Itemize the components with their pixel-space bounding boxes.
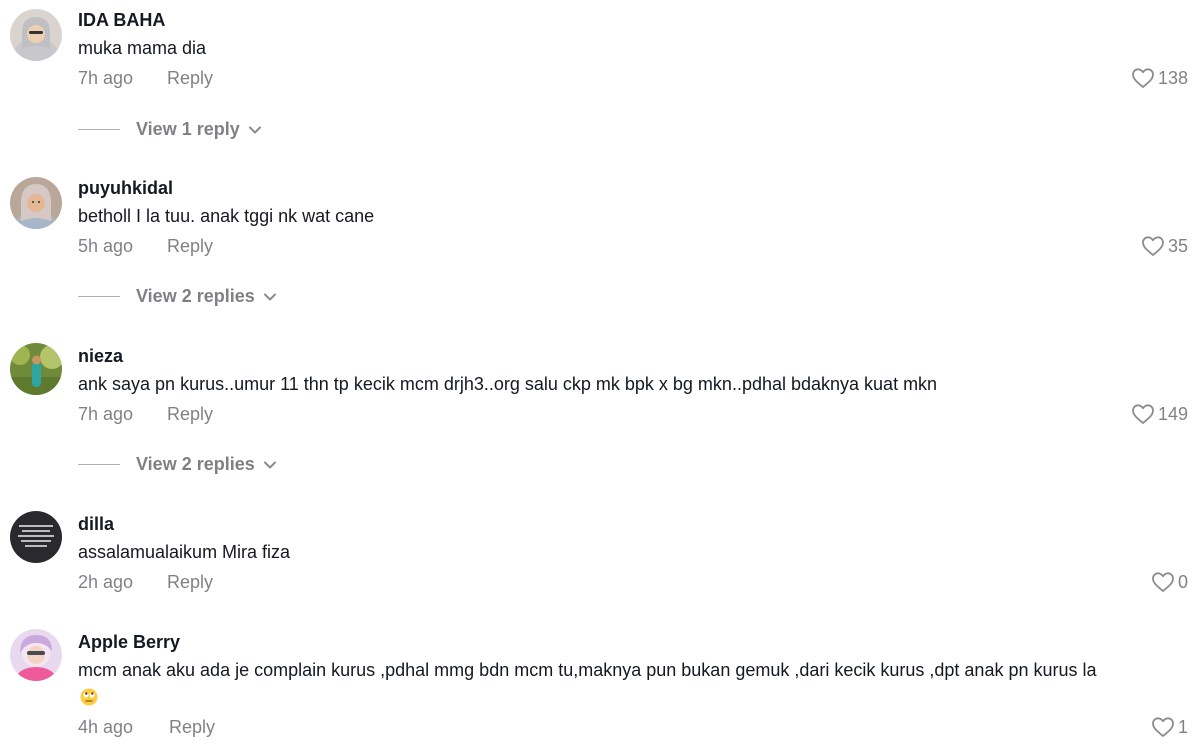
avatar[interactable] [10, 629, 62, 681]
timestamp: 5h ago [78, 236, 134, 256]
heart-icon [1132, 404, 1154, 424]
reply-button[interactable]: Reply [167, 68, 213, 89]
reply-button[interactable]: Reply [167, 404, 213, 425]
username[interactable]: IDA BAHA [78, 10, 165, 31]
reply-button[interactable]: Reply [169, 717, 215, 738]
view-replies-button[interactable]: View 2 replies [78, 286, 277, 307]
username[interactable]: nieza [78, 346, 123, 367]
reply-button[interactable]: Reply [167, 236, 213, 257]
view-replies-button[interactable]: View 1 reply [78, 119, 262, 140]
like-button[interactable]: 138 [1131, 67, 1188, 89]
comment-text: ank saya pn kurus..umur 11 thn tp kecik … [78, 374, 938, 394]
timestamp: 7h ago [78, 404, 134, 424]
comment-meta: 5h ago Reply [78, 236, 213, 257]
view-replies-button[interactable]: View 2 replies [78, 454, 277, 475]
username[interactable]: dilla [78, 514, 114, 535]
comment-text: assalamualaikum Mira fiza [78, 542, 291, 562]
heart-icon [1142, 236, 1164, 256]
comment-meta: 7h ago Reply [78, 68, 213, 89]
divider-line [78, 129, 120, 130]
avatar[interactable] [10, 9, 62, 61]
like-count: 0 [1177, 571, 1188, 592]
chevron-down-icon [263, 293, 276, 300]
timestamp: 7h ago [78, 68, 134, 88]
like-button[interactable]: 35 [1141, 235, 1188, 257]
comment-meta: 4h ago Reply [78, 717, 215, 738]
comment-text: muka mama dia [78, 38, 207, 58]
like-count: 149 [1157, 403, 1188, 424]
view-replies-label: View 2 replies [136, 454, 255, 474]
like-button[interactable]: 149 [1131, 403, 1188, 425]
like-count: 35 [1167, 235, 1188, 256]
heart-icon [1132, 68, 1154, 88]
view-replies-label: View 2 replies [136, 286, 255, 306]
timestamp: 2h ago [78, 572, 134, 592]
divider-line [78, 464, 120, 465]
heart-icon [1152, 717, 1174, 737]
like-count: 1 [1177, 716, 1188, 737]
view-replies-label: View 1 reply [136, 119, 240, 139]
chevron-down-icon [248, 126, 261, 133]
comment-text: mcm anak aku ada je complain kurus ,pdha… [78, 660, 1097, 680]
comment-meta: 2h ago Reply [78, 572, 213, 593]
avatar[interactable] [10, 177, 62, 229]
like-button[interactable]: 0 [1151, 571, 1188, 593]
timestamp: 4h ago [78, 717, 134, 737]
avatar[interactable] [10, 343, 62, 395]
username[interactable]: puyuhkidal [78, 178, 173, 199]
eye-roll-emoji [80, 688, 98, 706]
comment-text: betholl I la tuu. anak tggi nk wat cane [78, 206, 375, 226]
like-button[interactable]: 1 [1151, 716, 1188, 738]
divider-line [78, 296, 120, 297]
like-count: 138 [1157, 67, 1188, 88]
reply-button[interactable]: Reply [167, 572, 213, 593]
heart-icon [1152, 572, 1174, 592]
username[interactable]: Apple Berry [78, 632, 180, 653]
avatar[interactable] [10, 511, 62, 563]
chevron-down-icon [263, 461, 276, 468]
comment-meta: 7h ago Reply [78, 404, 213, 425]
